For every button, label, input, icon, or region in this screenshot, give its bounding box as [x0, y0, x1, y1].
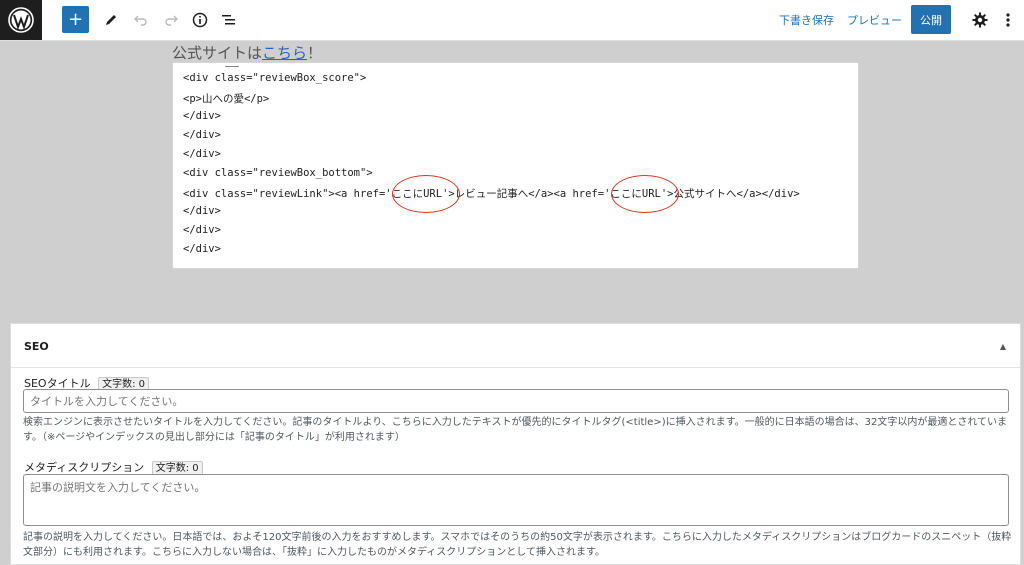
annotation-circle: [611, 175, 679, 213]
heading-text: 公式サイトは: [172, 44, 263, 62]
heading-suffix: ！: [307, 44, 323, 62]
list-view-button[interactable]: [219, 7, 239, 33]
meta-description-textarea[interactable]: [23, 474, 1009, 526]
code-line: <div class="reviewBox_score">: [183, 72, 367, 84]
save-draft-button[interactable]: 下書き保存: [779, 12, 834, 28]
annotation-circle: [392, 175, 460, 213]
code-line: </div>: [183, 110, 221, 122]
redo-button[interactable]: [162, 7, 180, 33]
pencil-icon: [106, 15, 116, 25]
seo-title-help-line: 検索エンジンに表示させたいタイトルを入力してください。記事のタイトルより、こちら…: [23, 417, 1008, 428]
plus-icon: +: [67, 8, 84, 30]
clipped-line-fragment: [225, 60, 239, 67]
code-line: </div>: [183, 129, 221, 141]
gear-icon: [972, 12, 988, 28]
seo-title-help: 検索エンジンに表示させたいタイトルを入力してください。記事のタイトルより、こちら…: [23, 415, 1013, 445]
details-button[interactable]: [190, 7, 210, 33]
editor-toolbar: + 下書き保存 プレビュー 公開: [0, 0, 1024, 41]
undo-icon: [134, 15, 147, 26]
list-view-icon: [222, 15, 235, 25]
meta-description-help: 記事の説明を入力してください。日本語では、およそ120文字前後の入力をおすすめし…: [23, 530, 1013, 560]
more-vertical-icon: [1006, 13, 1010, 27]
more-options-button[interactable]: [1000, 7, 1016, 33]
partial-heading: 公式サイトはこちら！: [172, 42, 322, 63]
publish-button[interactable]: 公開: [911, 5, 951, 34]
redo-icon: [165, 15, 178, 26]
meta-description-label: メタディスクリプション: [24, 461, 145, 474]
settings-button[interactable]: [970, 7, 990, 33]
code-line: <div class="reviewLink"><a href='ここにURL'…: [183, 188, 800, 200]
code-line: <div class="reviewBox_bottom">: [183, 167, 373, 179]
meta-help-line: 文部分）にも利用されます。こちらに入力しない場合は、「抜粋」に入力したものがメタ…: [23, 547, 605, 558]
seo-panel-title: SEO: [24, 340, 49, 353]
code-line: </div>: [183, 148, 221, 160]
collapse-toggle-icon[interactable]: ▲: [1000, 342, 1006, 351]
html-code-block[interactable]: <div class="reviewBox_score"> <p>山への愛</p…: [172, 62, 859, 269]
code-line: <p>山への愛</p>: [183, 93, 270, 105]
meta-help-line: 記事の説明を入力してください。日本語では、およそ120文字前後の入力をおすすめし…: [23, 532, 1012, 543]
add-block-button[interactable]: +: [62, 6, 89, 33]
edit-tool-button[interactable]: [102, 7, 120, 33]
preview-button[interactable]: プレビュー: [847, 12, 902, 28]
seo-panel: SEO ▲ SEOタイトル 文字数: 0 検索エンジンに表示させたいタイトルを入…: [10, 323, 1021, 565]
undo-button[interactable]: [132, 7, 150, 33]
seo-panel-header[interactable]: SEO ▲: [11, 324, 1020, 368]
heading-link[interactable]: こちら: [262, 44, 307, 62]
code-line: </div>: [183, 205, 221, 217]
seo-title-input[interactable]: [23, 389, 1009, 413]
code-line: </div>: [183, 243, 221, 255]
info-icon: [192, 12, 208, 28]
seo-title-help-line: す。（※ページやインデックスの見出し部分には「記事のタイトル」が利用されます）: [23, 432, 405, 443]
code-line: </div>: [183, 224, 221, 236]
wordpress-logo-icon[interactable]: [0, 0, 42, 40]
